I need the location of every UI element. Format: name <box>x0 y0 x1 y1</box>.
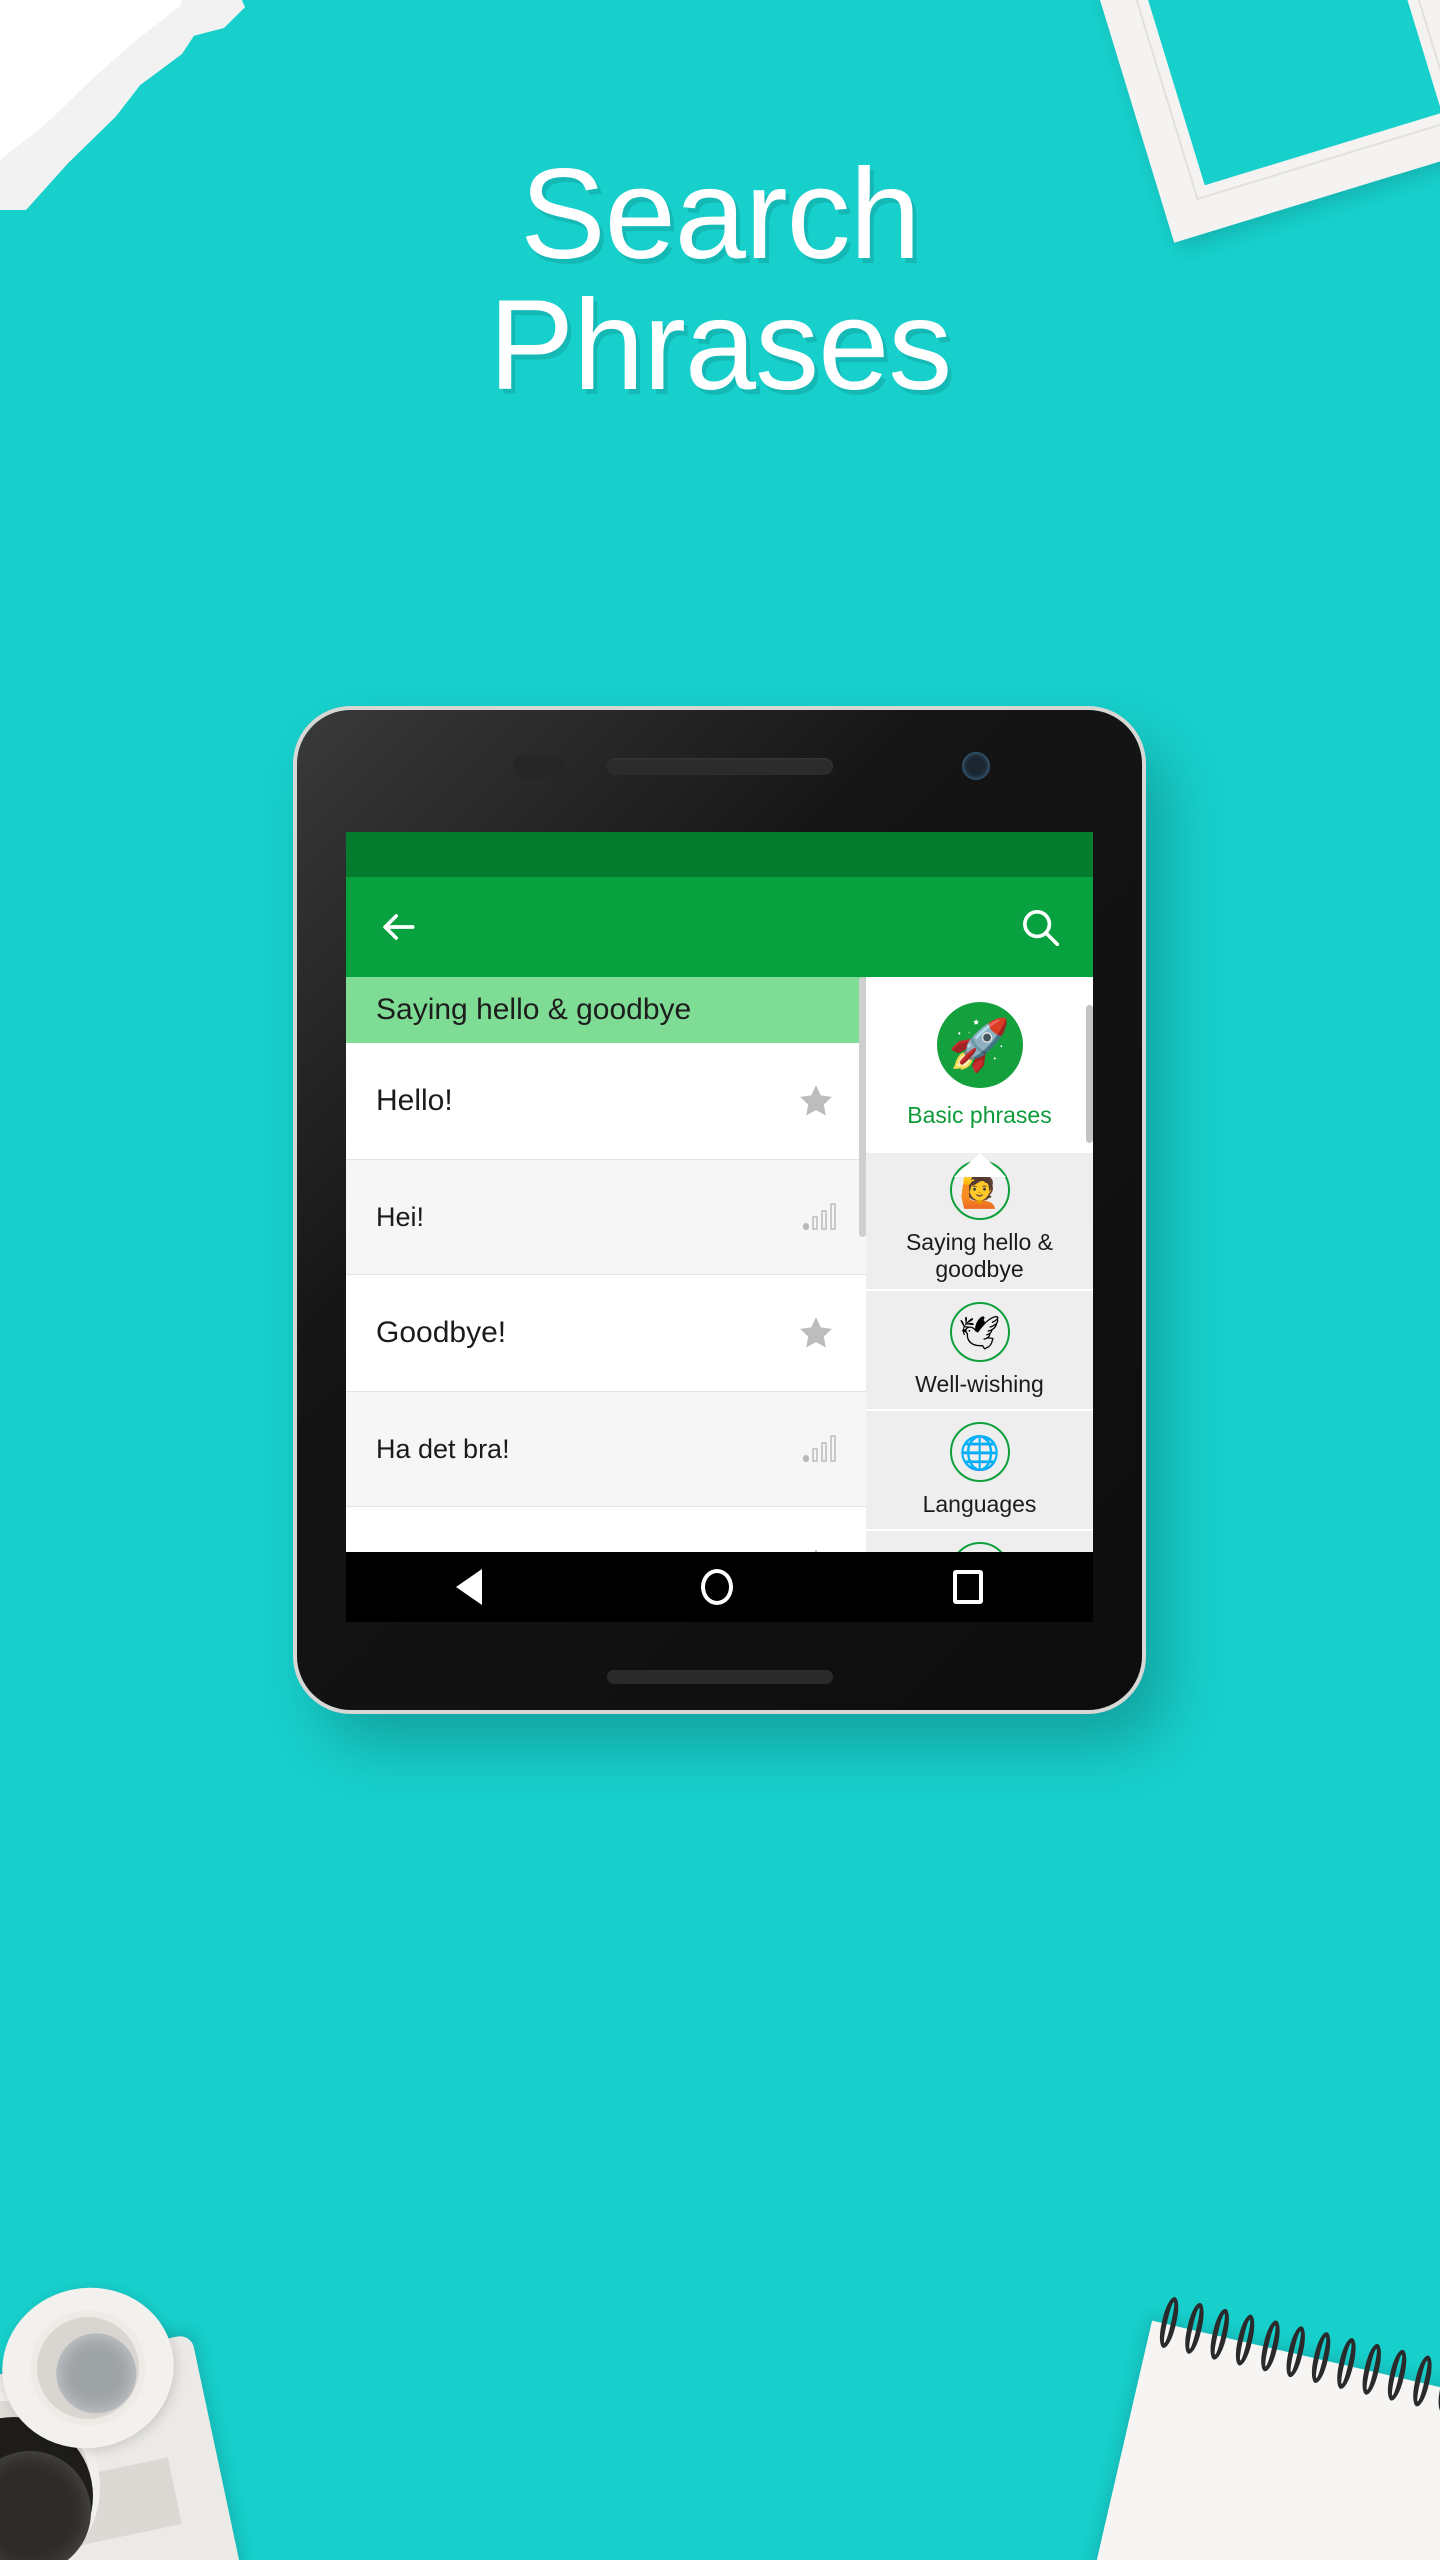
current-category-label: Basic phrases <box>907 1101 1052 1128</box>
headline-line-2: Phrases <box>488 273 953 417</box>
table-row[interactable]: How are you? <box>346 1507 866 1552</box>
phrase-list[interactable]: Saying hello & goodbye Hello! Hei! Goodb… <box>346 977 866 1552</box>
category-item-label: Saying hello & goodbye <box>905 1229 1054 1282</box>
rocket-icon: 🚀 <box>936 1001 1023 1088</box>
promo-headline: Search Phrases <box>0 143 1440 417</box>
phone-device-mockup: Saying hello & goodbye Hello! Hei! Goodb… <box>297 710 1142 1710</box>
phrase-text: Ha det bra! <box>376 1433 510 1464</box>
app-toolbar <box>346 877 1093 977</box>
android-status-bar <box>346 832 1093 877</box>
table-row[interactable]: Goodbye! <box>346 1275 866 1392</box>
front-camera-icon <box>962 752 990 780</box>
current-category-header[interactable]: 🚀 Basic phrases <box>866 977 1093 1153</box>
torn-paper-decoration-top <box>0 0 220 160</box>
phrase-text: Hello! <box>376 1084 453 1117</box>
dove-icon: 🕊 <box>949 1302 1010 1363</box>
phone-top-hardware <box>297 710 1142 832</box>
phrase-text: Hei! <box>376 1201 425 1232</box>
proximity-sensor <box>513 755 565 779</box>
table-row[interactable]: Ha det bra! <box>346 1392 866 1507</box>
star-icon[interactable] <box>796 1081 836 1121</box>
waving-person-glyph: 🙋 <box>958 1171 1001 1209</box>
category-item-label: Well-wishing <box>915 1371 1044 1398</box>
table-row[interactable]: Hei! <box>346 1160 866 1275</box>
arrow-left-icon[interactable] <box>376 905 420 949</box>
home-circle-icon[interactable] <box>701 1569 734 1605</box>
star-icon[interactable] <box>796 1545 836 1552</box>
phone-bottom-speaker <box>606 1670 833 1684</box>
phrase-section-header: Saying hello & goodbye <box>346 977 866 1043</box>
search-icon[interactable] <box>1017 904 1063 950</box>
recents-square-icon[interactable] <box>953 1570 984 1604</box>
rocket-glyph: 🚀 <box>948 1016 1011 1073</box>
headline-line-1: Search <box>520 143 921 286</box>
person-icon: 🧑 <box>949 1542 1010 1552</box>
dove-glyph: 🕊 <box>958 1313 1001 1351</box>
category-item-well-wishing[interactable]: 🕊 Well-wishing <box>866 1291 1093 1411</box>
category-item-languages[interactable]: 🌐 Languages <box>866 1411 1093 1531</box>
list-scrollbar[interactable] <box>859 977 866 1237</box>
star-icon[interactable] <box>796 1313 836 1353</box>
category-scrollbar[interactable] <box>1086 1005 1093 1143</box>
audio-bars-icon[interactable] <box>803 1203 836 1230</box>
spiral-notepad-decoration <box>1091 2293 1440 2560</box>
promo-screenshot: Search Phrases Saying hello & goodbye He… <box>0 0 1440 2560</box>
phrase-text: Goodbye! <box>376 1316 507 1349</box>
selection-pointer-triangle <box>953 1153 1006 1177</box>
category-item-thanks[interactable]: 🧑 Thanks <box>866 1531 1093 1552</box>
category-panel[interactable]: 🚀 Basic phrases 🙋 Saying hello & goodbye <box>866 977 1093 1552</box>
screen-content: Saying hello & goodbye Hello! Hei! Goodb… <box>346 977 1093 1552</box>
phone-screen: Saying hello & goodbye Hello! Hei! Goodb… <box>346 832 1093 1622</box>
category-item-label: Languages <box>922 1491 1037 1518</box>
table-row[interactable]: Hello! <box>346 1043 866 1160</box>
back-triangle-icon[interactable] <box>455 1569 482 1605</box>
globe-flags-glyph: 🌐 <box>958 1433 1001 1471</box>
android-navigation-bar <box>346 1552 1093 1622</box>
phrase-section-header-label: Saying hello & goodbye <box>376 993 692 1026</box>
globe-flags-icon: 🌐 <box>949 1422 1010 1483</box>
audio-bars-icon[interactable] <box>803 1435 836 1462</box>
earpiece-speaker <box>606 758 833 775</box>
vintage-camera-decoration <box>0 2271 243 2560</box>
phrase-text: How are you? <box>376 1548 561 1552</box>
